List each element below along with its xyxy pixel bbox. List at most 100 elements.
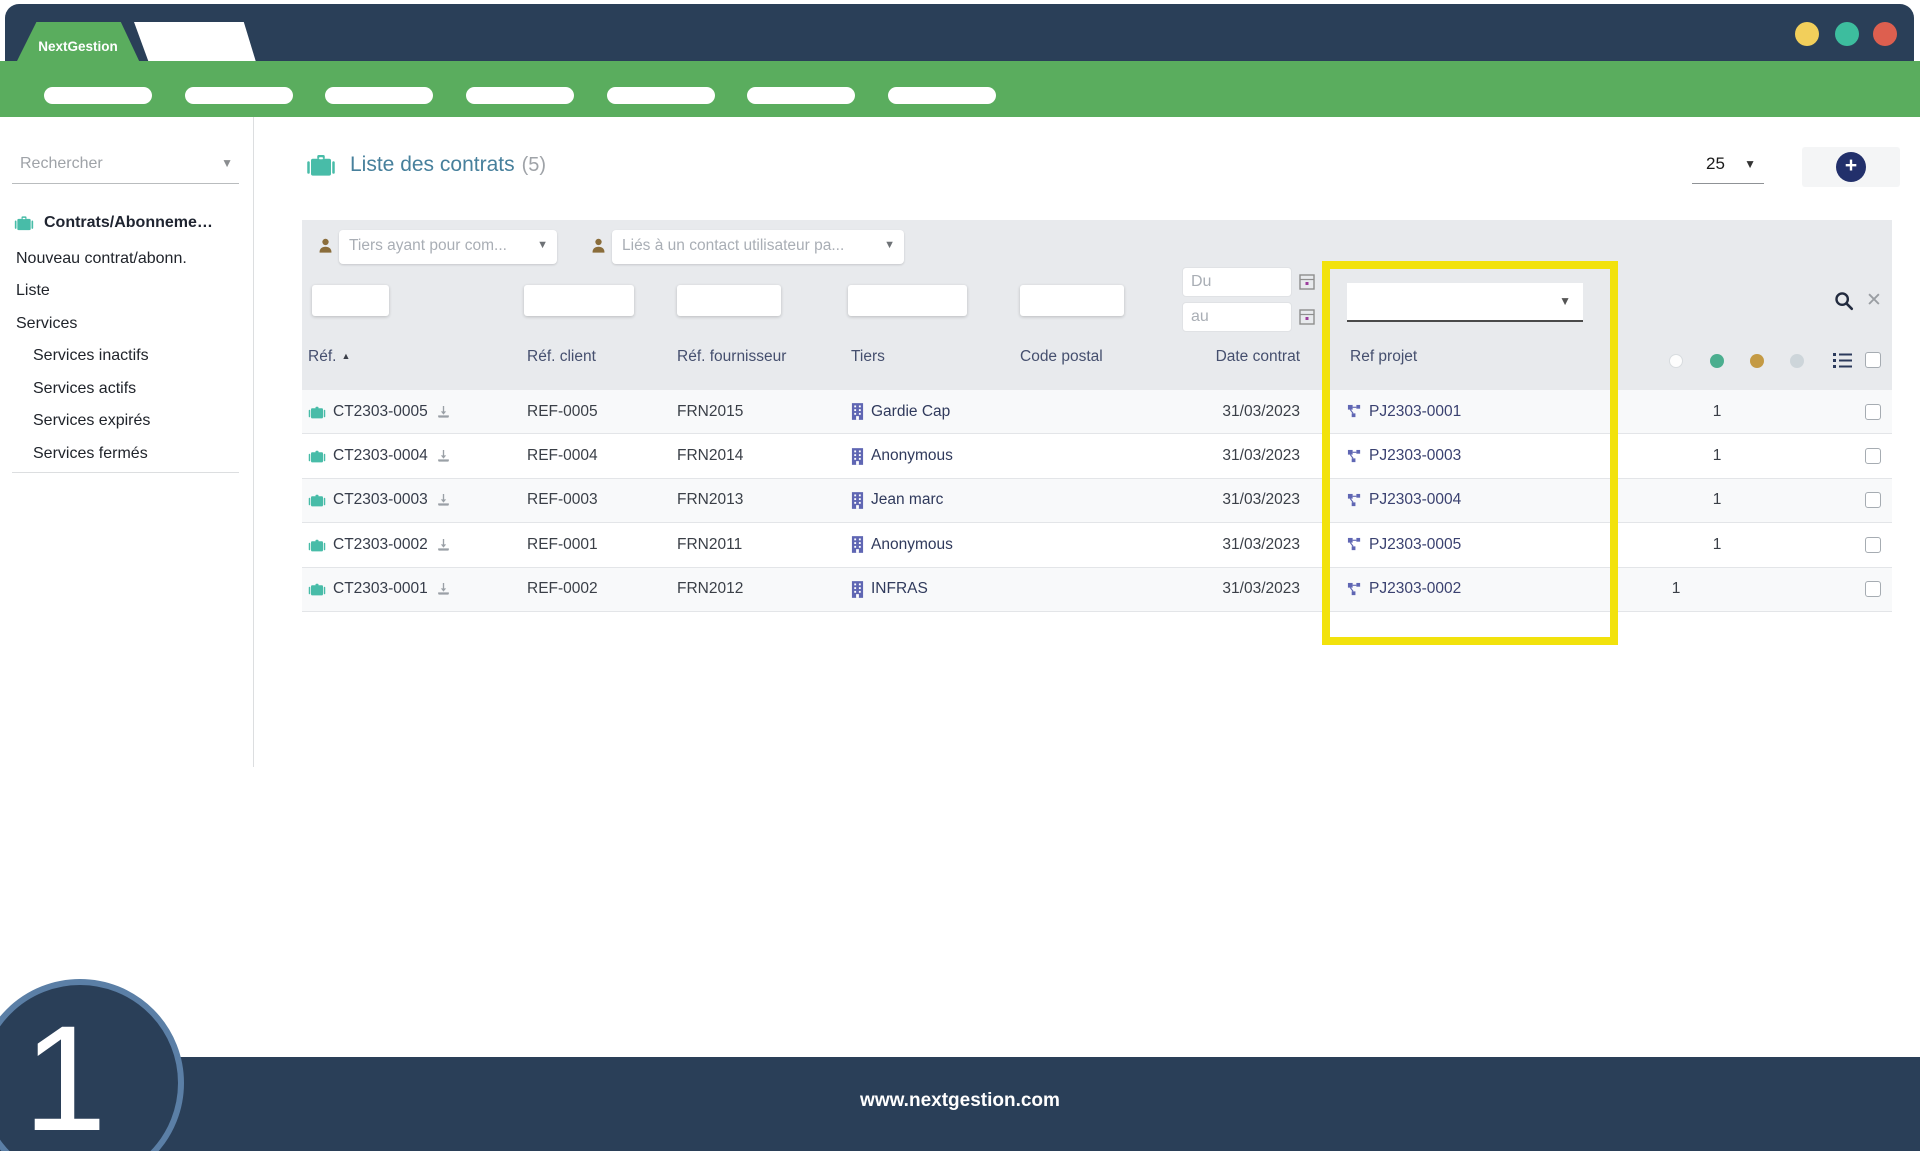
column-header-ref[interactable]: Réf. ▲ <box>308 348 350 366</box>
contract-icon <box>308 536 326 554</box>
row-checkbox[interactable] <box>1865 448 1881 465</box>
cell-checkbox[interactable] <box>1865 523 1881 566</box>
column-header-code-postal[interactable]: Code postal <box>1020 348 1103 366</box>
sidebar-item-services-actifs[interactable]: Services actifs <box>33 376 136 402</box>
table-row[interactable]: CT2303-0004 REF-0004 FRN2014 Anonymous 3… <box>302 434 1892 479</box>
cell-ref-projet[interactable]: PJ2303-0003 <box>1347 434 1461 477</box>
search-icon[interactable] <box>1833 290 1855 312</box>
sidebar-item-nouveau-contrat[interactable]: Nouveau contrat/abonn. <box>16 246 187 272</box>
filter-ref-fournisseur-input[interactable] <box>677 285 781 316</box>
sidebar-item-services-inactifs[interactable]: Services inactifs <box>33 343 149 369</box>
download-icon[interactable] <box>435 404 452 420</box>
column-header-ref-fournisseur[interactable]: Réf. fournisseur <box>677 348 786 366</box>
cell-ref-projet[interactable]: PJ2303-0002 <box>1347 568 1461 611</box>
filter-tiers-commercial-select[interactable]: Tiers ayant pour com... ▼ <box>339 230 557 264</box>
nav-pill-1[interactable] <box>44 87 152 104</box>
filter-tiers-input[interactable] <box>848 285 967 316</box>
table-row[interactable]: CT2303-0003 REF-0003 FRN2013 Jean marc 3… <box>302 478 1892 524</box>
column-header-ref-projet[interactable]: Ref projet <box>1350 348 1417 366</box>
count-status-white <box>1656 479 1696 522</box>
window-dot-green[interactable] <box>1835 22 1859 46</box>
cell-date-contrat: 31/03/2023 <box>1222 580 1300 598</box>
nav-pill-4[interactable] <box>466 87 574 104</box>
status-dot-white[interactable] <box>1669 354 1683 368</box>
sidebar-section-contrats[interactable]: Contrats/Abonneme… <box>14 210 213 236</box>
clear-filters-icon[interactable]: ✕ <box>1866 289 1882 312</box>
calendar-icon[interactable] <box>1299 274 1315 290</box>
cell-tiers[interactable]: Anonymous <box>851 434 953 477</box>
status-dot-green[interactable] <box>1710 354 1724 368</box>
brand-tab[interactable]: NextGestion <box>15 22 141 65</box>
cell-checkbox[interactable] <box>1865 568 1881 611</box>
nav-pill-2[interactable] <box>185 87 293 104</box>
status-dot-gray[interactable] <box>1790 354 1804 368</box>
chevron-down-icon: ▼ <box>537 239 548 251</box>
cell-ref[interactable]: CT2303-0005 <box>308 390 452 433</box>
cell-ref[interactable]: CT2303-0004 <box>308 434 452 477</box>
row-checkbox[interactable] <box>1865 403 1881 420</box>
row-checkbox[interactable] <box>1865 581 1881 598</box>
sidebar-search-select[interactable]: Rechercher ▼ <box>12 146 239 184</box>
cell-ref-projet[interactable]: PJ2303-0001 <box>1347 390 1461 433</box>
cell-date-contrat: 31/03/2023 <box>1222 491 1300 509</box>
project-icon <box>1347 404 1362 419</box>
contract-ref: CT2303-0002 <box>333 535 428 553</box>
cell-ref-projet[interactable]: PJ2303-0005 <box>1347 523 1461 566</box>
cell-tiers[interactable]: Jean marc <box>851 479 943 522</box>
cell-checkbox[interactable] <box>1865 479 1881 522</box>
status-dot-gold[interactable] <box>1750 354 1764 368</box>
nav-pill-6[interactable] <box>747 87 855 104</box>
sidebar-item-services-expires[interactable]: Services expirés <box>33 408 150 434</box>
cell-ref[interactable]: CT2303-0002 <box>308 523 452 566</box>
count-status-gray <box>1777 479 1817 522</box>
filter-date-from-input[interactable] <box>1182 267 1292 297</box>
row-checkbox[interactable] <box>1865 492 1881 509</box>
sidebar-item-services[interactable]: Services <box>16 311 77 337</box>
filter-ref-projet-select[interactable]: ▼ <box>1347 283 1583 322</box>
download-icon[interactable] <box>435 581 452 597</box>
cell-checkbox[interactable] <box>1865 390 1881 433</box>
count-status-gold <box>1737 390 1777 433</box>
cell-ref[interactable]: CT2303-0001 <box>308 568 452 611</box>
row-checkbox[interactable] <box>1865 536 1881 553</box>
column-header-ref-client[interactable]: Réf. client <box>527 348 596 366</box>
filter-panel: Tiers ayant pour com... ▼ Liés à un cont… <box>302 220 1892 390</box>
cell-checkbox[interactable] <box>1865 434 1881 477</box>
cell-ref[interactable]: CT2303-0003 <box>308 479 452 522</box>
download-icon[interactable] <box>435 492 452 508</box>
secondary-tab[interactable] <box>134 22 256 62</box>
window-dot-yellow[interactable] <box>1795 22 1819 46</box>
select-all-checkbox[interactable] <box>1865 352 1881 368</box>
project-ref: PJ2303-0002 <box>1369 580 1462 598</box>
cell-ref-client: REF-0005 <box>527 402 598 420</box>
window-dot-red[interactable] <box>1873 22 1897 46</box>
nav-pill-5[interactable] <box>607 87 715 104</box>
list-view-icon[interactable] <box>1833 352 1852 369</box>
contract-ref: CT2303-0001 <box>333 580 428 598</box>
cell-tiers[interactable]: Anonymous <box>851 523 953 566</box>
filter-date-to-input[interactable] <box>1182 302 1292 332</box>
cell-tiers[interactable]: INFRAS <box>851 568 928 611</box>
checkbox[interactable] <box>1865 352 1881 368</box>
sidebar-item-liste[interactable]: Liste <box>16 278 50 304</box>
filter-ref-client-input[interactable] <box>524 285 634 316</box>
table-row[interactable]: CT2303-0002 REF-0001 FRN2011 Anonymous 3… <box>302 523 1892 568</box>
nav-pill-7[interactable] <box>888 87 996 104</box>
filter-contact-user-select[interactable]: Liés à un contact utilisateur pa... ▼ <box>612 230 904 264</box>
table-row[interactable]: CT2303-0001 REF-0002 FRN2012 INFRAS 31/0… <box>302 567 1892 612</box>
column-header-tiers[interactable]: Tiers <box>851 348 885 366</box>
nav-pill-3[interactable] <box>325 87 433 104</box>
project-icon <box>1347 582 1362 597</box>
cell-tiers[interactable]: Gardie Cap <box>851 390 950 433</box>
filter-code-postal-input[interactable] <box>1020 285 1124 316</box>
add-contract-button[interactable]: + <box>1836 152 1866 182</box>
table-row[interactable]: CT2303-0005 REF-0005 FRN2015 Gardie Cap … <box>302 390 1892 435</box>
filter-ref-input[interactable] <box>312 285 389 316</box>
calendar-icon[interactable] <box>1299 309 1315 325</box>
page-size-select[interactable]: 25 ▼ <box>1692 148 1764 184</box>
download-icon[interactable] <box>435 448 452 464</box>
download-icon[interactable] <box>435 537 452 553</box>
cell-ref-projet[interactable]: PJ2303-0004 <box>1347 479 1461 522</box>
column-header-date-contrat[interactable]: Date contrat <box>1150 348 1300 366</box>
sidebar-item-services-fermes[interactable]: Services fermés <box>33 441 148 467</box>
